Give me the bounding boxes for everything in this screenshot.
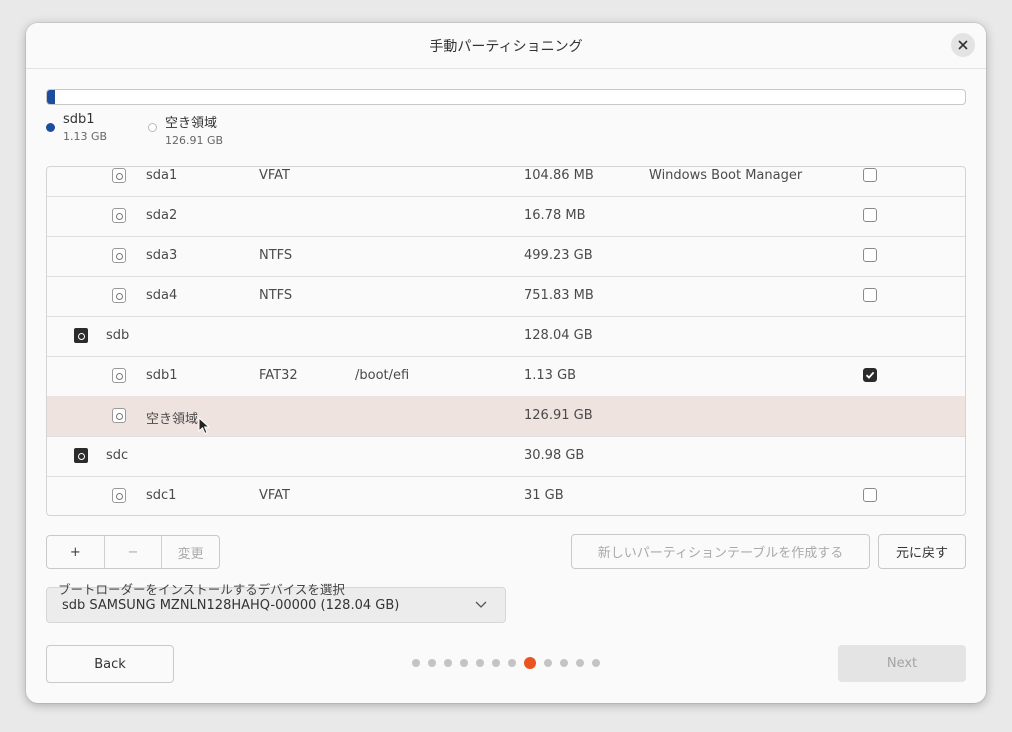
device-cell: sda4: [146, 288, 178, 303]
type-cell: VFAT: [259, 168, 291, 183]
size-cell: 128.04 GB: [524, 328, 593, 343]
format-checkbox[interactable]: [863, 208, 877, 222]
legend-item-free: 空き領域 126.91 GB: [148, 112, 223, 147]
legend-dot-used: [46, 123, 55, 132]
size-cell: 1.13 GB: [524, 368, 577, 383]
bootloader-selected-value: sdb SAMSUNG MZNLN128HAHQ-00000 (128.04 G…: [62, 598, 400, 613]
legend-item-used: sdb1 1.13 GB: [46, 112, 107, 143]
size-cell: 104.86 MB: [524, 168, 594, 183]
type-cell: VFAT: [259, 488, 291, 503]
titlebar: 手動パーティショニング: [26, 23, 986, 69]
disk-usage-bar: [46, 89, 966, 105]
device-cell: sda1: [146, 168, 178, 183]
size-cell: 499.23 GB: [524, 248, 593, 263]
legend-dot-free: [148, 123, 157, 132]
device-cell: sdc1: [146, 488, 177, 503]
step-dot: [592, 659, 600, 667]
partition-action-group: + − 変更: [46, 535, 220, 569]
window-title: 手動パーティショニング: [429, 39, 583, 55]
remove-partition-button[interactable]: −: [105, 536, 163, 568]
type-cell: FAT32: [259, 368, 298, 383]
legend-size: 1.13 GB: [63, 130, 108, 143]
size-cell: 31 GB: [524, 488, 564, 503]
step-dot: [444, 659, 452, 667]
chevron-down-icon: [475, 601, 487, 608]
bootloader-label: ブートローダーをインストールするデバイスを選択: [58, 582, 345, 597]
disk-drive-icon: [74, 328, 88, 343]
revert-button[interactable]: 元に戻す: [878, 534, 966, 569]
disk-drive-icon: [74, 448, 88, 463]
device-cell: sda2: [146, 208, 178, 223]
device-cell: sda3: [146, 248, 178, 263]
partition-window: 手動パーティショニング sdb1 1.13 GB 空き領域 126.91 GB …: [26, 23, 986, 703]
partition-row[interactable]: sda3 NTFS 499.23 GB: [47, 236, 965, 277]
partition-row[interactable]: sda1 VFAT 104.86 MB Windows Boot Manager: [47, 167, 965, 197]
partition-icon: [112, 288, 126, 303]
step-dot: [576, 659, 584, 667]
partition-table[interactable]: sda1 VFAT 104.86 MB Windows Boot Manager sda…: [46, 166, 966, 516]
add-partition-button[interactable]: +: [47, 536, 105, 568]
type-cell: NTFS: [259, 248, 293, 263]
step-dot: [544, 659, 552, 667]
step-dot-current: [524, 657, 536, 669]
partition-icon: [112, 488, 126, 503]
format-checkbox[interactable]: [863, 488, 877, 502]
size-cell: 751.83 MB: [524, 288, 594, 303]
partition-row[interactable]: sda2 16.78 MB: [47, 196, 965, 237]
device-cell: sdc: [106, 448, 129, 463]
partition-icon: [112, 248, 126, 263]
disk-row[interactable]: sdc 30.98 GB: [47, 436, 965, 477]
partition-row[interactable]: sdb1 FAT32/boot/efi 1.13 GB: [47, 356, 965, 397]
partition-row[interactable]: 空き領域 126.91 GB: [47, 396, 965, 437]
partition-row[interactable]: sda4 NTFS 751.83 MB: [47, 276, 965, 317]
step-dot: [476, 659, 484, 667]
step-indicator: [412, 657, 608, 669]
step-dot: [492, 659, 500, 667]
step-dot: [560, 659, 568, 667]
new-partition-table-button[interactable]: 新しいパーティションテーブルを作成する: [571, 534, 870, 569]
system-cell: Windows Boot Manager: [649, 168, 803, 183]
close-icon: [958, 40, 968, 50]
legend-size: 126.91 GB: [165, 134, 224, 147]
step-dot: [508, 659, 516, 667]
mouse-cursor-icon: [198, 417, 210, 435]
partition-icon: [112, 208, 126, 223]
format-checkbox[interactable]: [863, 168, 877, 182]
device-cell: 空き領域: [146, 412, 199, 427]
format-checkbox[interactable]: [863, 368, 877, 382]
close-button[interactable]: [951, 33, 975, 57]
format-checkbox[interactable]: [863, 248, 877, 262]
partition-icon: [112, 368, 126, 383]
legend-name: 空き領域: [165, 116, 218, 131]
device-cell: sdb1: [146, 368, 178, 383]
checkmark-icon: [865, 371, 875, 379]
format-checkbox[interactable]: [863, 288, 877, 302]
change-partition-button[interactable]: 変更: [162, 536, 219, 568]
mount-cell: /boot/efi: [355, 368, 410, 383]
device-cell: sdb: [106, 328, 130, 343]
partition-icon: [112, 408, 126, 423]
back-button[interactable]: Back: [46, 645, 174, 683]
partition-icon: [112, 168, 126, 183]
disk-row[interactable]: sdb 128.04 GB: [47, 316, 965, 357]
next-button[interactable]: Next: [838, 645, 966, 682]
size-cell: 126.91 GB: [524, 408, 593, 423]
step-dot: [412, 659, 420, 667]
step-dot: [460, 659, 468, 667]
usage-fill-sdb1: [47, 90, 56, 104]
size-cell: 16.78 MB: [524, 208, 586, 223]
type-cell: NTFS: [259, 288, 293, 303]
step-dot: [428, 659, 436, 667]
partition-row[interactable]: sdc1 VFAT 31 GB: [47, 476, 965, 515]
size-cell: 30.98 GB: [524, 448, 585, 463]
legend-name: sdb1: [63, 112, 95, 127]
